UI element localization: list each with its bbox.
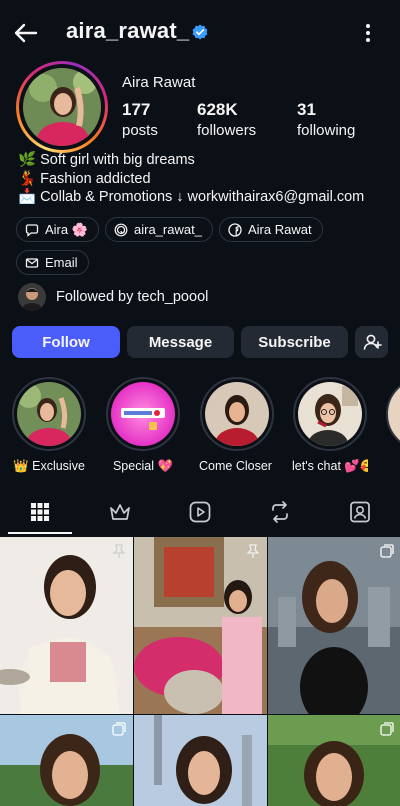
following-stat[interactable]: 31 following — [297, 100, 355, 139]
reels-icon — [189, 501, 211, 523]
chip-email[interactable]: Email — [16, 250, 89, 275]
subscribe-button[interactable]: Subscribe — [241, 326, 348, 358]
post-image — [0, 537, 133, 714]
following-label: following — [297, 122, 356, 139]
pin-icon — [112, 544, 126, 558]
carousel-icon — [380, 544, 394, 558]
tab-exclusive[interactable] — [80, 489, 160, 535]
profile-tabs — [0, 489, 400, 535]
posts-count: 177 — [122, 100, 151, 119]
threads-at-icon — [114, 223, 128, 236]
verified-badge-icon — [192, 24, 208, 40]
chip-label: aira_rawat_ — [134, 222, 202, 237]
chip-label: Email — [45, 255, 78, 270]
bio: 🌿 Soft girl with big dreams 💃 Fashion ad… — [18, 151, 364, 207]
mail-icon — [25, 257, 39, 268]
repost-icon — [272, 501, 288, 523]
post-grid — [0, 537, 400, 806]
post-image — [134, 537, 267, 714]
bio-line: 🌿 Soft girl with big dreams — [18, 152, 195, 168]
threads-icon — [25, 223, 39, 237]
follower-avatar — [18, 283, 46, 311]
followers-stat[interactable]: 628K followers — [197, 100, 256, 139]
highlight-lets-chat[interactable]: let's chat 💕🥰 — [292, 377, 368, 474]
more-vertical-icon[interactable] — [358, 20, 378, 46]
add-person-button[interactable] — [355, 326, 388, 358]
crown-icon — [110, 504, 130, 520]
tab-tagged[interactable] — [320, 489, 400, 535]
highlight-special[interactable]: Special 💖 — [105, 377, 181, 474]
post-thumbnail[interactable] — [268, 715, 400, 806]
post-thumbnail[interactable] — [0, 537, 133, 714]
carousel-icon — [380, 722, 394, 736]
display-name: Aira Rawat — [122, 74, 196, 91]
posts-stat[interactable]: 177 posts — [122, 100, 158, 139]
add-person-icon — [363, 334, 382, 350]
post-thumbnail[interactable] — [0, 715, 133, 806]
highlight-cover — [111, 382, 175, 446]
top-bar: aira_rawat_ — [0, 0, 400, 64]
follow-button[interactable]: Follow — [12, 326, 120, 358]
tab-reels[interactable] — [160, 489, 240, 535]
highlight-cover — [298, 382, 362, 446]
post-thumbnail[interactable] — [268, 537, 400, 714]
chip-label: Aira 🌸 — [45, 221, 88, 237]
profile-username: aira_rawat_ — [66, 18, 190, 43]
highlight-label: 👑 Exclusive — [13, 459, 85, 473]
post-image — [268, 537, 400, 714]
followed-by-text: Followed by tech_poool — [56, 289, 209, 305]
post-image — [134, 715, 267, 806]
followed-by-row[interactable]: Followed by tech_poool — [18, 283, 208, 311]
highlight-cover — [17, 382, 81, 446]
highlight-partial[interactable] — [386, 377, 400, 451]
followers-count: 628K — [197, 100, 238, 119]
tab-posts-grid[interactable] — [0, 489, 80, 535]
highlight-label: let's chat 💕🥰 — [292, 459, 368, 473]
profile-avatar[interactable] — [16, 61, 108, 153]
chip-facebook[interactable]: Aira Rawat — [219, 217, 323, 242]
highlight-label: Special 💖 — [112, 459, 174, 473]
message-button[interactable]: Message — [127, 326, 234, 358]
following-count: 31 — [297, 100, 316, 119]
carousel-icon — [112, 722, 126, 736]
bio-line-email[interactable]: 📩 Collab & Promotions ↓ workwithairax6@g… — [18, 188, 364, 207]
highlight-label: Come Closer ... — [199, 459, 275, 473]
chip-threads-aira[interactable]: Aira 🌸 — [16, 217, 99, 242]
avatar-photo — [23, 68, 101, 146]
tab-reposts[interactable] — [240, 489, 320, 535]
chip-threads-username[interactable]: aira_rawat_ — [105, 217, 213, 242]
highlight-come-closer[interactable]: Come Closer ... — [199, 377, 275, 473]
highlight-exclusive[interactable]: 👑 Exclusive — [11, 377, 87, 474]
active-tab-indicator — [8, 532, 72, 534]
facebook-icon — [228, 222, 242, 237]
post-thumbnail[interactable] — [134, 537, 267, 714]
grid-icon — [31, 503, 49, 521]
posts-label: posts — [122, 122, 158, 139]
post-thumbnail[interactable] — [134, 715, 267, 806]
chip-label: Aira Rawat — [248, 222, 312, 237]
followers-label: followers — [197, 122, 257, 139]
pin-icon — [246, 544, 260, 558]
highlight-cover — [205, 382, 269, 446]
tagged-icon — [350, 501, 370, 523]
bio-line: 💃 Fashion addicted — [18, 170, 151, 187]
arrow-left-icon[interactable] — [10, 18, 40, 48]
